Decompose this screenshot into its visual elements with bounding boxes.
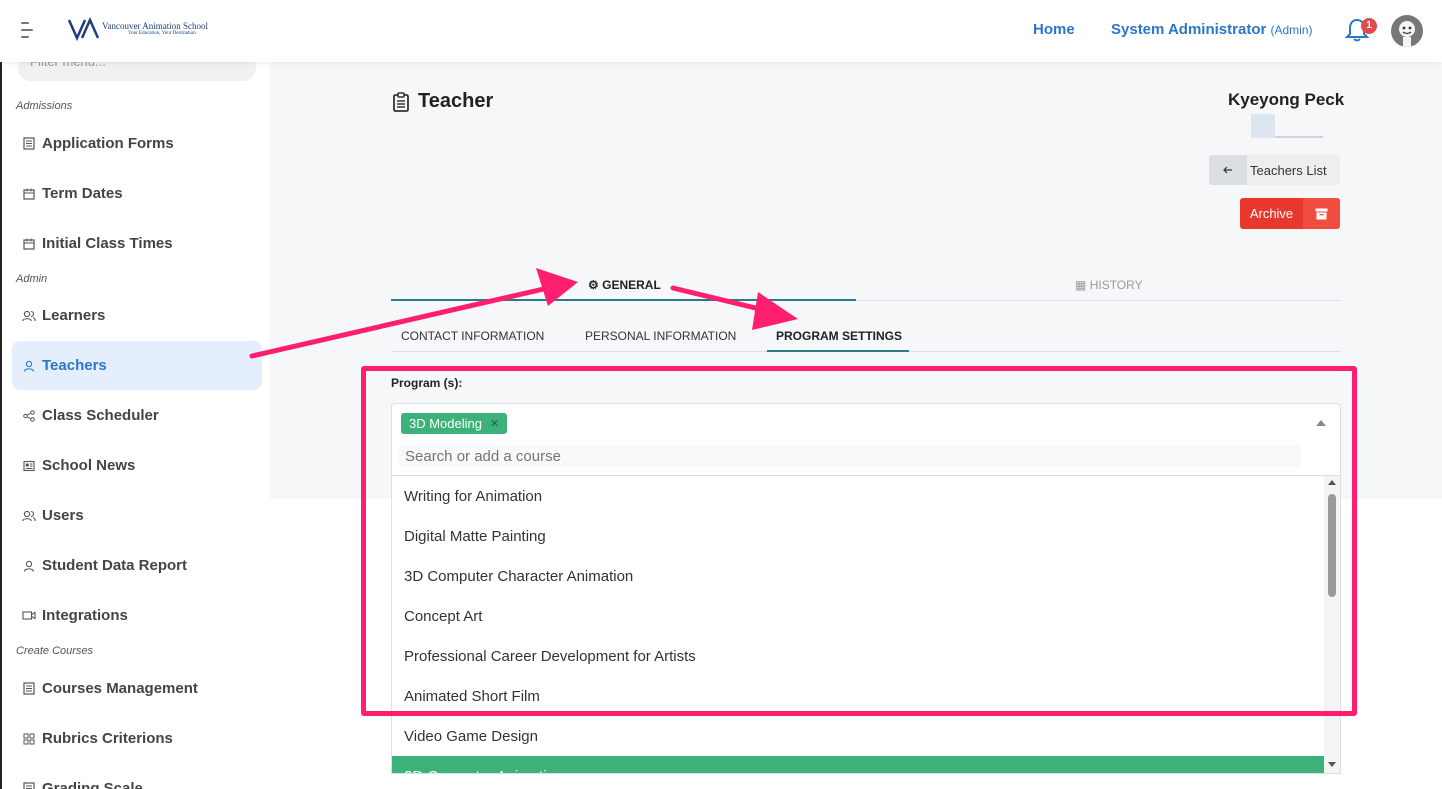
- selected-program-tag: 3D Modeling ✕: [401, 413, 508, 434]
- tab-active-indicator: [391, 299, 856, 301]
- sidebar-item-label: Student Data Report: [42, 557, 188, 574]
- logo-mark-icon: [68, 17, 100, 41]
- user-name: System Administrator: [1111, 21, 1267, 38]
- users-icon: [22, 309, 36, 323]
- grid-icon: [22, 732, 36, 746]
- sidebar-item-courses-management[interactable]: Courses Management: [12, 664, 262, 713]
- sidebar-item-label: Learners: [42, 307, 106, 324]
- sidebar-item-application-forms[interactable]: Application Forms: [12, 119, 262, 168]
- teacher-photo: [1251, 114, 1275, 138]
- user-icon: [22, 559, 36, 573]
- sidebar-item-initial-class-times[interactable]: Initial Class Times: [12, 219, 262, 268]
- program-options-list: Writing for Animation Digital Matte Pain…: [391, 475, 1341, 774]
- list-item[interactable]: Professional Career Development for Arti…: [392, 636, 1326, 676]
- tab-history[interactable]: ▦ HISTORY: [1075, 278, 1143, 292]
- section-admissions: Admissions: [16, 100, 73, 112]
- sidebar-item-teachers[interactable]: Teachers: [12, 341, 262, 390]
- list-item[interactable]: 3D Computer Character Animation: [392, 556, 1326, 596]
- sidebar: Filter menu... Admissions Application Fo…: [0, 54, 270, 789]
- scrollbar[interactable]: [1324, 476, 1340, 773]
- page-title: Teacher: [392, 90, 493, 113]
- users-icon: [22, 509, 36, 523]
- scrollbar-thumb[interactable]: [1328, 494, 1336, 597]
- document-icon: [22, 682, 36, 696]
- document-icon: [22, 782, 36, 789]
- caret-up-icon[interactable]: [1316, 420, 1326, 426]
- section-create-courses: Create Courses: [16, 645, 94, 657]
- list-item[interactable]: Concept Art: [392, 596, 1326, 636]
- sidebar-item-student-data-report[interactable]: Student Data Report: [12, 541, 262, 590]
- avatar-face-icon: [1399, 21, 1415, 47]
- home-link[interactable]: Home: [1033, 21, 1075, 38]
- user-role: (Admin): [1270, 23, 1313, 37]
- subtab-active-indicator: [767, 350, 909, 352]
- page-title-text: Teacher: [418, 90, 494, 112]
- list-item-highlighted[interactable]: 3D Computer Animation: [392, 756, 1326, 773]
- notification-badge: 1: [1361, 18, 1377, 34]
- gear-icon: ⚙: [588, 278, 599, 292]
- sidebar-item-label: Rubrics Criterions: [42, 730, 173, 747]
- sidebar-item-class-scheduler[interactable]: Class Scheduler: [12, 391, 262, 440]
- section-admin: Admin: [16, 273, 48, 285]
- course-search-input[interactable]: [399, 445, 1301, 467]
- sidebar-item-users[interactable]: Users: [12, 491, 262, 540]
- sidebar-item-school-news[interactable]: School News: [12, 441, 262, 490]
- teachers-list-label: Teachers List: [1250, 162, 1327, 178]
- archive-label: Archive: [1249, 206, 1294, 221]
- tag-label: 3D Modeling: [409, 416, 482, 431]
- teachers-list-button[interactable]: Teachers List: [1209, 155, 1340, 185]
- photo-divider: [1275, 136, 1323, 138]
- sidebar-item-label: Integrations: [42, 607, 128, 624]
- sidebar-item-label: Teachers: [42, 357, 107, 374]
- sidebar-item-label: Application Forms: [42, 135, 174, 152]
- calendar-icon: [22, 237, 36, 251]
- logo-name: Vancouver Animation School: [102, 21, 208, 31]
- sidebar-item-term-dates[interactable]: Term Dates: [12, 169, 262, 218]
- sidebar-item-integrations[interactable]: Integrations: [12, 591, 262, 640]
- sidebar-item-label: Users: [42, 507, 84, 524]
- program-label: Program (s):: [391, 376, 463, 390]
- school-logo[interactable]: Vancouver Animation School Your Educatio…: [68, 17, 208, 41]
- share-icon: [22, 409, 36, 423]
- user-icon: [22, 359, 36, 373]
- subtab-personal-information[interactable]: PERSONAL INFORMATION: [585, 329, 736, 343]
- subtab-program-settings[interactable]: PROGRAM SETTINGS: [776, 329, 902, 343]
- sidebar-item-label: Grading Scale: [42, 780, 143, 789]
- sidebar-item-label: Initial Class Times: [42, 235, 173, 252]
- video-icon: [22, 609, 36, 623]
- user-menu[interactable]: System Administrator (Admin): [1111, 21, 1313, 38]
- sidebar-item-label: Term Dates: [42, 185, 123, 202]
- top-bar: Vancouver Animation School Your Educatio…: [0, 0, 1442, 62]
- sidebar-item-label: School News: [42, 457, 136, 474]
- logo-tagline: Your Education, Your Destination: [128, 31, 196, 36]
- archive-button[interactable]: Archive: [1240, 198, 1340, 229]
- tab-general[interactable]: ⚙ GENERAL: [588, 278, 661, 292]
- teacher-name: Kyeyong Peck: [1228, 90, 1345, 109]
- archive-box-icon: [1303, 198, 1340, 229]
- remove-tag-icon[interactable]: ✕: [490, 417, 499, 430]
- list-item[interactable]: Writing for Animation: [392, 476, 1326, 516]
- news-icon: [22, 459, 36, 473]
- list-item[interactable]: Video Game Design: [392, 716, 1326, 756]
- sidebar-item-rubrics-criterions[interactable]: Rubrics Criterions: [12, 714, 262, 763]
- avatar[interactable]: [1391, 15, 1423, 47]
- sidebar-item-learners[interactable]: Learners: [12, 291, 262, 340]
- grid-icon: ▦: [1075, 278, 1087, 292]
- menu-toggle-icon[interactable]: [21, 22, 35, 40]
- list-item[interactable]: Digital Matte Painting: [392, 516, 1326, 556]
- list-item[interactable]: Animated Short Film: [392, 676, 1326, 716]
- calendar-icon: [22, 187, 36, 201]
- subtab-contact-information[interactable]: CONTACT INFORMATION: [401, 329, 544, 343]
- scroll-up-icon[interactable]: [1328, 480, 1336, 485]
- sidebar-item-label: Courses Management: [42, 680, 198, 697]
- clipboard-icon: [393, 91, 409, 112]
- arrow-left-icon: [1209, 155, 1247, 185]
- sidebar-item-label: Class Scheduler: [42, 407, 159, 424]
- scroll-down-icon[interactable]: [1328, 762, 1336, 767]
- sidebar-item-grading-scale[interactable]: Grading Scale: [12, 764, 262, 789]
- document-icon: [22, 137, 36, 151]
- program-multiselect[interactable]: 3D Modeling ✕: [391, 403, 1341, 475]
